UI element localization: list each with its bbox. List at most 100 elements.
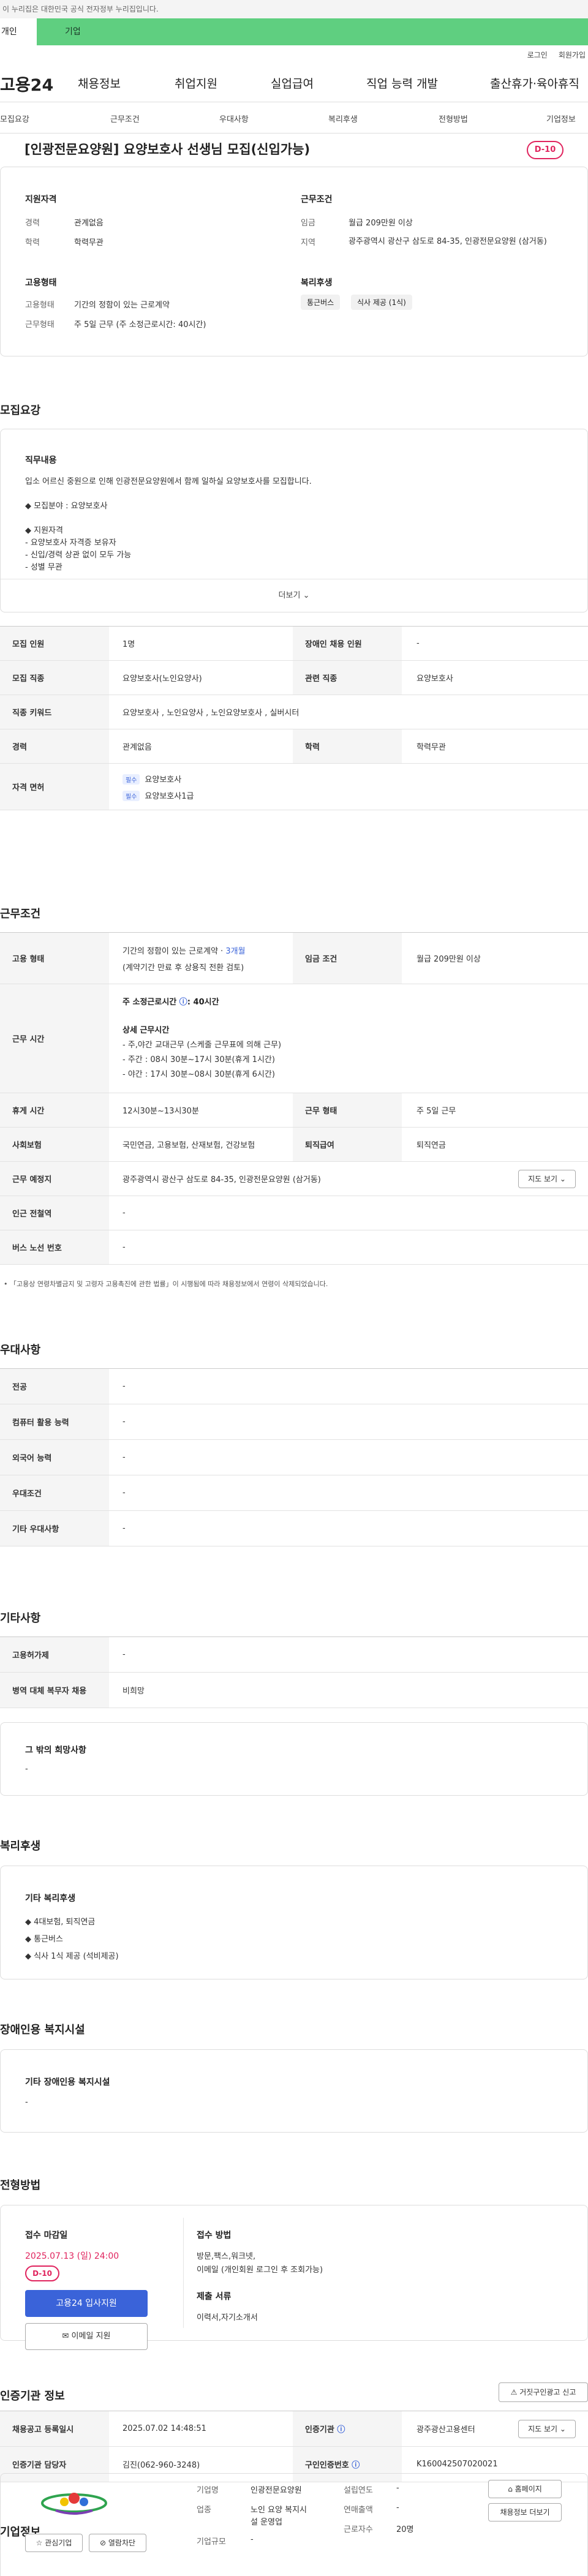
row-value: 관계없음	[123, 743, 152, 752]
row-value: 요양보호사	[417, 674, 453, 684]
block-button[interactable]: ⊘ 열람차단	[89, 2534, 146, 2552]
more-jobs-button[interactable]: 채용정보 더보기	[488, 2503, 562, 2521]
nav-unemployment[interactable]: 실업급여	[271, 75, 314, 91]
more-label: 더보기	[278, 591, 301, 600]
row-value: -	[123, 1417, 126, 1426]
summary-box: 지원자격 경력 관계없음 학력 학력무관 근무조건 임금 월급 209만원 이상…	[0, 167, 588, 356]
login-link[interactable]: 로그인	[527, 50, 548, 60]
map-button-label: 지도 보기	[528, 1175, 558, 1183]
row-header: 인근 전철역	[0, 1196, 109, 1230]
tab-selection[interactable]: 전형방법	[439, 113, 468, 124]
required-tag: 필수	[123, 790, 140, 801]
chevron-down-icon: ⌄	[559, 1175, 566, 1183]
row-header: 자격 면허	[0, 764, 109, 810]
favorite-button[interactable]: ☆ 관심기업	[25, 2534, 83, 2552]
row-header: 병역 대체 복무자 채용	[0, 1673, 109, 1708]
apply-button[interactable]: 고용24 입사지원	[25, 2290, 148, 2317]
sales-value: -	[396, 2503, 399, 2512]
alert-icon: ⚠	[510, 2388, 518, 2397]
qual-heading: 지원자격	[25, 195, 57, 205]
tab-company[interactable]: 기업	[37, 18, 588, 45]
row-header: 직종 키워드	[0, 695, 109, 729]
row-value: 12시30분~13시30분	[123, 1107, 199, 1116]
tab-company-info[interactable]: 기업정보	[546, 113, 576, 124]
nav-employment-support[interactable]: 취업지원	[175, 75, 217, 91]
row-header: 장애인 채용 인원	[293, 627, 402, 660]
docs-value: 이력서,자기소개서	[197, 2313, 258, 2322]
dday-badge: D-10	[527, 141, 564, 159]
tab-benefit[interactable]: 복리후생	[328, 113, 358, 124]
edu-label: 학력	[25, 238, 40, 247]
row-value: -	[123, 1524, 126, 1533]
year-label: 설립연도	[344, 2486, 373, 2495]
info-icon[interactable]: ⓘ	[179, 998, 187, 1007]
info-icon[interactable]: ⓘ	[352, 2458, 360, 2470]
row-header: 학력	[293, 729, 402, 763]
company-name-value: 인광전문요양원	[251, 2486, 302, 2495]
recruit-heading: 모집요강	[0, 404, 41, 417]
license-name: 요양보호사1급	[145, 791, 194, 801]
tab-personal[interactable]: 개인	[0, 18, 37, 45]
company-box: ☆ 관심기업 ⊘ 열람차단 기업명 인광전문요양원 업종 노인 요양 복지시 설…	[0, 2473, 588, 2576]
welfare-tag: 통근버스	[301, 295, 341, 310]
row-value: 월급 209만원 이상	[417, 955, 481, 964]
benefit-box-heading: 기타 복리후생	[25, 1894, 76, 1904]
disab-box-heading: 기타 장애인용 복지시설	[25, 2077, 110, 2087]
map-button-label: 지도 보기	[528, 2425, 558, 2433]
star-icon: ☆	[36, 2539, 43, 2547]
method-line: 방문,팩스,워크넷,	[197, 2252, 256, 2261]
row-value: 2025.07.02 14:48:51	[123, 2424, 206, 2433]
form-label: 근무형태	[25, 320, 55, 330]
nav-jobs[interactable]: 채용정보	[78, 75, 121, 91]
info-icon[interactable]: ⓘ	[337, 2423, 345, 2435]
emp-type-text: 기간의 정함이 있는 근로계약 ·	[123, 946, 226, 956]
top-tabs: 개인 기업	[0, 18, 588, 45]
wage-value: 월급 209만원 이상	[349, 219, 413, 228]
table-row: 외국어 능력 -	[0, 1440, 588, 1475]
row-header: 고용 형태	[0, 933, 109, 984]
site-logo[interactable]: 고용24	[0, 72, 61, 96]
time-line: - 주간 : 08시 30분~17시 30분(휴게 1시간)	[123, 1055, 275, 1064]
job-desc-box: 직무내용 입소 어르신 중원으로 인해 인광전문요양원에서 함께 일하실 요양보…	[0, 429, 588, 612]
job-title: [인광전문요양원] 요양보호사 선생님 모집(신입가능)	[24, 142, 311, 157]
row-value: 주 5일 근무	[417, 1107, 456, 1116]
job-desc-line: - 신입/경력 상관 없이 모두 가능	[25, 551, 132, 560]
age-note-text: 「고용상 연령차별금지 및 고령자 고용촉진에 관한 법률」이 시행됨에 따라 …	[10, 1280, 328, 1288]
industry-label: 업종	[197, 2506, 211, 2515]
map-button[interactable]: 지도 보기 ⌄	[518, 1170, 576, 1188]
section-tabs: 모집요강 근무조건 우대사항 복리후생 전형방법 기업정보	[0, 102, 588, 134]
time-line: - 야간 : 17시 30분~08시 30분(휴게 6시간)	[123, 1070, 275, 1079]
report-button[interactable]: ⚠ 거짓구인광고 신고	[499, 2382, 588, 2402]
job-desc-line: 입소 어르신 중원으로 인해 인광전문요양원에서 함께 일하실 요양보호사를 모…	[25, 477, 312, 486]
tab-pref[interactable]: 우대사항	[219, 113, 249, 124]
time-main: 주 소정근로시간 ⓘ: 40시간	[123, 995, 219, 1007]
cert-map-button[interactable]: 지도 보기 ⌄	[518, 2420, 576, 2438]
homepage-button[interactable]: ⌂ 홈페이지	[488, 2480, 562, 2498]
disab-box: 기타 장애인용 복지시설 -	[0, 2049, 588, 2133]
nav-training[interactable]: 직업 능력 개발	[366, 75, 438, 91]
disab-value: -	[25, 2098, 28, 2107]
job-desc-line: - 성별 무관	[25, 563, 62, 572]
row-value: -	[123, 1208, 126, 1218]
email-apply-button[interactable]: ✉ 이메일 지원	[25, 2323, 148, 2350]
more-button[interactable]: 더보기 ⌄	[1, 579, 587, 612]
table-row: 인근 전철역 -	[0, 1196, 588, 1230]
table-row: 모집 직종 요양보호사(노인요양사) 관련 직종 요양보호사	[0, 661, 588, 695]
table-row: 채용공고 등록일시 2025.07.02 14:48:51 인증기관 ⓘ 광주광…	[0, 2411, 588, 2447]
row-header: 컴퓨터 활용 능력	[0, 1404, 109, 1439]
disab-heading: 장애인용 복지시설	[0, 2024, 85, 2036]
row-value: 광주광산고용센터	[417, 2425, 475, 2435]
tab-recruit[interactable]: 모집요강	[0, 113, 29, 124]
other-value: -	[25, 1764, 28, 1774]
tab-work[interactable]: 근무조건	[110, 113, 140, 124]
deadline-value: 2025.07.13 (일) 24:00	[25, 2251, 119, 2261]
pref-heading: 우대사항	[0, 1344, 41, 1357]
signup-link[interactable]: 회원가입	[559, 50, 586, 60]
nav-leave[interactable]: 출산휴가·육아휴직	[490, 75, 579, 91]
row-value: 국민연금, 고용보험, 산재보험, 건강보험	[123, 1141, 255, 1150]
email-apply-label: 이메일 지원	[71, 2332, 111, 2341]
row-header: 고용허가제	[0, 1637, 109, 1672]
table-row: 병역 대체 복무자 채용 비희망	[0, 1673, 588, 1708]
edu-value: 학력무관	[74, 238, 104, 247]
row-value: 요양보호사(노인요양사)	[123, 674, 202, 684]
